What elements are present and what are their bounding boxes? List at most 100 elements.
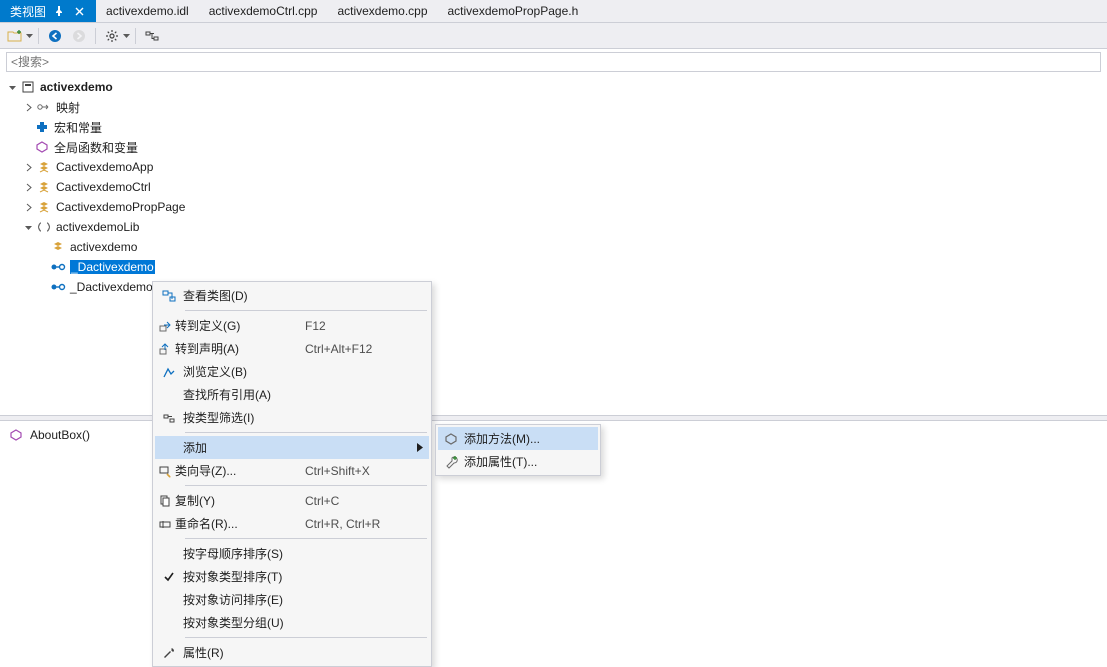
tree-label-selected: _Dactivexdemo	[70, 260, 155, 274]
namespace-icon	[36, 219, 52, 235]
search-input[interactable]	[6, 52, 1101, 72]
ctx-copy[interactable]: 复制(Y) Ctrl+C	[155, 489, 429, 512]
member-label: AboutBox()	[30, 428, 90, 442]
ctx-group-obj-type[interactable]: 按对象类型分组(U)	[155, 611, 429, 634]
interface-icon	[50, 279, 66, 295]
tree-node-dactivexdemo[interactable]: _Dactivexdemo	[0, 257, 1107, 277]
menu-separator	[185, 485, 427, 486]
collapse-icon[interactable]	[6, 81, 18, 93]
tab-proppage-h[interactable]: activexdemoPropPage.h	[438, 0, 589, 22]
ctx-label: 添加	[183, 439, 313, 456]
ctx-sort-obj-access[interactable]: 按对象访问排序(E)	[155, 588, 429, 611]
dropdown-arrow-icon[interactable]	[26, 34, 33, 38]
collapse-icon[interactable]	[22, 221, 34, 233]
ctx-goto-definition[interactable]: 转到定义(G) F12	[155, 314, 429, 337]
check-icon	[155, 571, 183, 583]
method-icon	[8, 427, 24, 443]
ctx-browse-definition[interactable]: 浏览定义(B)	[155, 360, 429, 383]
tree-node-lib[interactable]: activexdemoLib	[0, 217, 1107, 237]
class-icon	[50, 239, 66, 255]
expand-icon[interactable]	[22, 161, 34, 173]
submenu-add-method[interactable]: 添加方法(M)...	[438, 427, 598, 450]
submenu-add-property[interactable]: 添加属性(T)...	[438, 450, 598, 473]
ctx-label: 添加属性(T)...	[464, 453, 574, 470]
tab-class-view[interactable]: 类视图	[0, 0, 96, 22]
ctx-label: 按对象访问排序(E)	[183, 591, 313, 608]
ctx-goto-declaration[interactable]: 转到声明(A) Ctrl+Alt+F12	[155, 337, 429, 360]
macro-icon	[34, 119, 50, 135]
close-icon[interactable]	[72, 4, 86, 18]
class-diagram-icon	[155, 284, 183, 307]
ctx-label: 按字母顺序排序(S)	[183, 545, 313, 562]
settings-button[interactable]	[101, 25, 123, 47]
tree-node-class-app[interactable]: CactivexdemoApp	[0, 157, 1107, 177]
ctx-class-wizard[interactable]: 类向导(Z)... Ctrl+Shift+X	[155, 459, 429, 482]
context-menu: 查看类图(D) 转到定义(G) F12 转到声明(A) Ctrl+Alt+F12…	[152, 281, 432, 667]
expand-icon[interactable]	[22, 101, 34, 113]
submenu-arrow-icon	[417, 441, 423, 455]
tree-node-globals[interactable]: 全局函数和变量	[0, 137, 1107, 157]
back-button[interactable]	[44, 25, 66, 47]
class-icon	[36, 199, 52, 215]
tree-node-project[interactable]: activexdemo	[0, 77, 1107, 97]
ctx-sort-alpha[interactable]: 按字母顺序排序(S)	[155, 542, 429, 565]
blank-icon	[155, 436, 183, 459]
tree-node-lib-ns[interactable]: activexdemo	[0, 237, 1107, 257]
toolbar-separator	[95, 28, 96, 44]
expand-icon[interactable]	[22, 181, 34, 193]
ctx-label: 查看类图(D)	[183, 287, 313, 304]
class-icon	[36, 179, 52, 195]
ctx-label: 按对象类型排序(T)	[183, 568, 313, 585]
tree-node-class-ctrl[interactable]: CactivexdemoCtrl	[0, 177, 1107, 197]
search-bar	[0, 49, 1107, 75]
view-button[interactable]	[141, 25, 163, 47]
toolbar-separator	[38, 28, 39, 44]
goto-decl-icon	[155, 337, 175, 360]
ctx-find-references[interactable]: 查找所有引用(A)	[155, 383, 429, 406]
tree-node-class-prop[interactable]: CactivexdemoPropPage	[0, 197, 1107, 217]
wizard-icon	[155, 459, 175, 482]
blank-icon	[155, 588, 183, 611]
tab-idl[interactable]: activexdemo.idl	[96, 0, 199, 22]
tab-demo-cpp[interactable]: activexdemo.cpp	[327, 0, 437, 22]
rename-icon	[155, 512, 175, 535]
map-icon	[36, 99, 52, 115]
menu-separator	[185, 432, 427, 433]
document-tab-strip: 类视图 activexdemo.idl activexdemoCtrl.cpp …	[0, 0, 1107, 23]
blank-icon	[155, 383, 183, 406]
dropdown-arrow-icon[interactable]	[123, 34, 130, 38]
ctx-rename[interactable]: 重命名(R)... Ctrl+R, Ctrl+R	[155, 512, 429, 535]
forward-button	[68, 25, 90, 47]
ctx-filter-by-type[interactable]: 按类型筛选(I)	[155, 406, 429, 429]
tree-label: 全局函数和变量	[54, 139, 138, 156]
interface-icon	[50, 259, 66, 275]
goto-def-icon	[155, 314, 175, 337]
ctx-sort-obj-type[interactable]: 按对象类型排序(T)	[155, 565, 429, 588]
ctx-view-class-diagram[interactable]: 查看类图(D)	[155, 284, 429, 307]
tree-label: 映射	[56, 99, 80, 116]
globals-icon	[34, 139, 50, 155]
ctx-label: 浏览定义(B)	[183, 363, 313, 380]
tree-label: activexdemo	[70, 240, 137, 254]
ctx-shortcut: F12	[305, 319, 405, 333]
project-icon	[20, 79, 36, 95]
tab-ctrl-cpp[interactable]: activexdemoCtrl.cpp	[199, 0, 328, 22]
tab-label: activexdemoPropPage.h	[448, 4, 579, 18]
copy-icon	[155, 489, 175, 512]
tree-node-macros[interactable]: 宏和常量	[0, 117, 1107, 137]
ctx-label: 按对象类型分组(U)	[183, 614, 313, 631]
menu-separator	[185, 310, 427, 311]
tab-label: activexdemoCtrl.cpp	[209, 4, 318, 18]
class-view-toolbar	[0, 23, 1107, 49]
toolbar-separator	[135, 28, 136, 44]
menu-separator	[185, 538, 427, 539]
ctx-add-submenu[interactable]: 添加	[155, 436, 429, 459]
new-folder-button[interactable]	[4, 25, 26, 47]
ctx-label: 添加方法(M)...	[464, 430, 574, 447]
ctx-label: 按类型筛选(I)	[183, 409, 313, 426]
tree-label: activexdemo	[40, 80, 113, 94]
context-submenu-add: 添加方法(M)... 添加属性(T)...	[435, 424, 601, 476]
expand-icon[interactable]	[22, 201, 34, 213]
tree-node-map[interactable]: 映射	[0, 97, 1107, 117]
pin-icon[interactable]	[52, 4, 66, 18]
